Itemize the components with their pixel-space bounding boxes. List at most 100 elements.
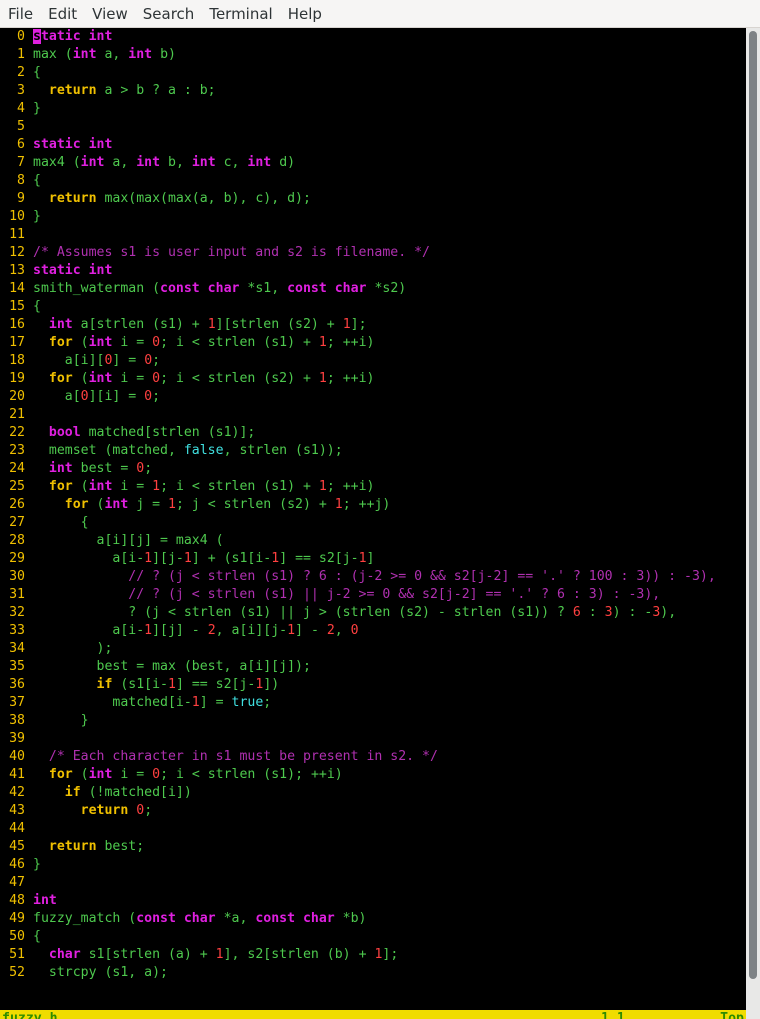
line-number: 38 xyxy=(9,713,25,728)
code-token: 0 xyxy=(144,353,153,368)
code-token: ] - xyxy=(295,623,327,638)
code-line[interactable]: 21 xyxy=(0,406,746,424)
code-line[interactable]: 2{ xyxy=(0,64,746,82)
menu-search[interactable]: Search xyxy=(135,5,202,23)
code-line[interactable]: 5 xyxy=(0,118,746,136)
code-line[interactable]: 23 memset (matched, false, strlen (s1)); xyxy=(0,442,746,460)
code-token: for xyxy=(48,371,73,386)
code-line[interactable]: 16 int a[strlen (s1) + 1][strlen (s2) + … xyxy=(0,316,746,334)
code-line[interactable]: 52 strcpy (s1, a); xyxy=(0,964,746,982)
menu-help[interactable]: Help xyxy=(280,5,329,23)
line-number: 24 xyxy=(9,461,25,476)
terminal-area[interactable]: 0 static int 1 max (int a, int b) 2{3 return… xyxy=(0,28,746,1019)
code-token: matched[strlen (s1)]; xyxy=(80,425,256,440)
code-line[interactable]: 24 int best = 0; xyxy=(0,460,746,478)
code-line[interactable]: 8{ xyxy=(0,172,746,190)
code-line[interactable]: 15 { xyxy=(0,298,746,316)
code-line[interactable]: 37 matched[i-1] = true; xyxy=(0,694,746,712)
code-token: ]; xyxy=(350,317,367,332)
code-token: // ? (j < strlen (s1) || j-2 >= 0 && s2[… xyxy=(128,587,661,602)
code-token: ; xyxy=(144,803,153,818)
code-token: best = max (best, a[i][j]); xyxy=(33,659,311,674)
code-line[interactable]: 49 fuzzy_match (const char *a, const char… xyxy=(0,910,746,928)
code-line[interactable]: 26 for (int j = 1; j < strlen (s2) + 1; … xyxy=(0,496,746,514)
code-line[interactable]: 13 static int xyxy=(0,262,746,280)
code-line[interactable]: 40 /* Each character in s1 must be prese… xyxy=(0,748,746,766)
code-line[interactable]: 44 xyxy=(0,820,746,838)
code-line[interactable]: 4} xyxy=(0,100,746,118)
code-line[interactable]: 11 xyxy=(0,226,746,244)
line-number: 31 xyxy=(9,587,25,602)
code-line[interactable]: 17 for (int i = 0; i < strlen (s1) + 1; … xyxy=(0,334,746,352)
code-line[interactable]: 33 a[i-1][j] - 2, a[i][j-1] - 2, 0 xyxy=(0,622,746,640)
code-token: best = xyxy=(72,461,137,476)
menu-file[interactable]: File xyxy=(0,5,40,23)
menu-edit[interactable]: Edit xyxy=(40,5,84,23)
code-line[interactable]: 6 static int xyxy=(0,136,746,154)
code-token: strcpy (s1, a); xyxy=(33,965,168,980)
code-line[interactable]: 42 if (!matched[i]) xyxy=(0,784,746,802)
code-line[interactable]: 34 ); xyxy=(0,640,746,658)
line-number: 34 xyxy=(9,641,25,656)
code-line[interactable]: 41 for (int i = 0; i < strlen (s1); ++i) xyxy=(0,766,746,784)
code-line[interactable]: 25 for (int i = 1; i < strlen (s1) + 1; … xyxy=(0,478,746,496)
line-number: 49 xyxy=(9,911,25,926)
code-token: *s1, xyxy=(239,281,288,296)
code-token: c, xyxy=(215,155,248,170)
status-scroll-position: Top xyxy=(720,1011,744,1019)
code-token: ; i < strlen (s1) + xyxy=(160,335,319,350)
code-line[interactable]: 27 { xyxy=(0,514,746,532)
code-line[interactable]: 39 xyxy=(0,730,746,748)
code-line[interactable]: 18 a[i][0] = 0; xyxy=(0,352,746,370)
code-token: char xyxy=(48,947,81,962)
code-line[interactable]: 0 static int xyxy=(0,28,746,46)
code-token: memset (matched, xyxy=(33,443,184,458)
code-token: i = xyxy=(112,767,153,782)
code-line[interactable]: 51 char s1[strlen (a) + 1], s2[strlen (b… xyxy=(0,946,746,964)
line-number: 29 xyxy=(9,551,25,566)
code-line[interactable]: 48 int xyxy=(0,892,746,910)
code-line[interactable]: 38 } xyxy=(0,712,746,730)
code-token: 1 xyxy=(287,623,296,638)
code-line[interactable]: 10} xyxy=(0,208,746,226)
code-token: { xyxy=(33,515,89,530)
code-line[interactable]: 43 return 0; xyxy=(0,802,746,820)
menu-terminal[interactable]: Terminal xyxy=(201,5,279,23)
code-line[interactable]: 14 smith_waterman (const char *s1, const … xyxy=(0,280,746,298)
code-line[interactable]: 32 ? (j < strlen (s1) || j > (strlen (s2… xyxy=(0,604,746,622)
menu-view[interactable]: View xyxy=(84,5,135,23)
code-line[interactable]: 50 { xyxy=(0,928,746,946)
code-line[interactable]: 47 xyxy=(0,874,746,892)
code-token: ; j < strlen (s2) + xyxy=(175,497,335,512)
vertical-scrollbar[interactable] xyxy=(746,28,760,1019)
code-line[interactable]: 7 max4 (int a, int b, int c, int d) xyxy=(0,154,746,172)
code-line[interactable]: 12 /* Assumes s1 is user input and s2 is … xyxy=(0,244,746,262)
code-line[interactable]: 36 if (s1[i-1] == s2[j-1]) xyxy=(0,676,746,694)
code-line[interactable]: 1 max (int a, int b) xyxy=(0,46,746,64)
code-line[interactable]: 22 bool matched[strlen (s1)]; xyxy=(0,424,746,442)
code-token: a, xyxy=(96,47,129,62)
code-token: ] = xyxy=(199,695,232,710)
code-line[interactable]: 3 return a > b ? a : b; xyxy=(0,82,746,100)
code-editor[interactable]: 0 static int 1 max (int a, int b) 2{3 return… xyxy=(0,28,746,982)
code-token: ] == s2[j- xyxy=(279,551,359,566)
code-line[interactable]: 19 for (int i = 0; i < strlen (s2) + 1; … xyxy=(0,370,746,388)
code-token: ; i < strlen (s1) + xyxy=(160,479,319,494)
line-number: 17 xyxy=(9,335,25,350)
code-token: int xyxy=(247,155,272,170)
code-line[interactable]: 45 return best; xyxy=(0,838,746,856)
code-line[interactable]: 9 return max(max(max(a, b), c), d); xyxy=(0,190,746,208)
code-line[interactable]: 46} xyxy=(0,856,746,874)
line-number: 1 xyxy=(17,47,25,62)
code-token: for xyxy=(48,335,73,350)
code-line[interactable]: 31 // ? (j < strlen (s1) || j-2 >= 0 && … xyxy=(0,586,746,604)
code-line[interactable]: 20 a[0][i] = 0; xyxy=(0,388,746,406)
code-line[interactable]: 35 best = max (best, a[i][j]); xyxy=(0,658,746,676)
code-line[interactable]: 29 a[i-1][j-1] + (s1[i-1] == s2[j-1] xyxy=(0,550,746,568)
code-line[interactable]: 30 // ? (j < strlen (s1) ? 6 : (j-2 >= 0… xyxy=(0,568,746,586)
code-line[interactable]: 28 a[i][j] = max4 ( xyxy=(0,532,746,550)
line-number: 40 xyxy=(9,749,25,764)
scrollbar-thumb[interactable] xyxy=(749,31,757,979)
